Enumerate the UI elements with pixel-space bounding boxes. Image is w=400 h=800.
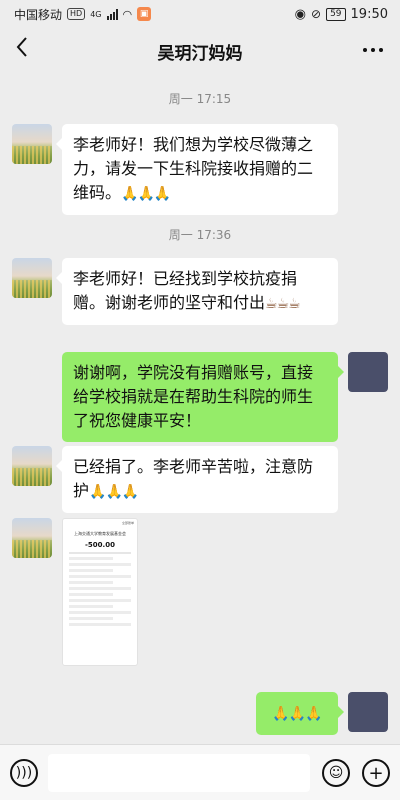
contact-avatar[interactable]: [12, 446, 52, 486]
eye-icon: ◉: [294, 6, 307, 22]
input-bar: ))) ☺ +: [0, 744, 400, 800]
contact-avatar[interactable]: [12, 258, 52, 298]
receipt-header: 全部账单: [121, 521, 134, 525]
voice-icon: ))): [15, 765, 33, 781]
hd-badge: HD: [67, 8, 86, 20]
status-bar: 中国移动 HD 4G ◠ ▣ ◉ ⊘ 59 19:50: [0, 0, 400, 28]
message-text: 李老师好！已经找到学校抗疫捐赠。谢谢老师的坚守和付出: [73, 269, 298, 312]
message-text: 谢谢啊，学院没有捐赠账号，直接给学校捐就是在帮助生科院的师生了祝您健康平安！: [73, 363, 314, 430]
message-bubble[interactable]: 李老师好！我们想为学校尽微薄之力，请发一下生科院接收捐赠的二维码。🙏🙏🙏: [56, 124, 338, 215]
signal-icon: [106, 8, 118, 20]
battery-icon: 59: [326, 7, 346, 21]
network-label: 4G: [90, 9, 102, 19]
payment-receipt-image[interactable]: 全部账单 上海交通大学教育发展基金会 -500.00: [62, 518, 138, 666]
self-avatar[interactable]: [348, 692, 388, 732]
praying-hands-emoji: 🙏🙏🙏: [272, 706, 322, 722]
message-input[interactable]: [48, 754, 310, 792]
receipt-payee: 上海交通大学教育发展基金会: [74, 531, 126, 536]
timestamp: 周一 17:15: [168, 92, 232, 106]
message-bubble[interactable]: 李老师好！已经找到学校抗疫捐赠。谢谢老师的坚守和付出☕☕☕: [56, 258, 338, 325]
app-notification-icon: ▣: [137, 7, 152, 21]
receipt-amount: -500.00: [85, 541, 115, 549]
chat-header: 吴玥汀妈妈: [0, 28, 400, 74]
more-button[interactable]: [362, 34, 384, 59]
contact-avatar[interactable]: [12, 124, 52, 164]
contact-avatar[interactable]: [12, 518, 52, 558]
mute-icon: ⊘: [311, 7, 322, 21]
self-avatar[interactable]: [348, 352, 388, 392]
chat-title: 吴玥汀妈妈: [157, 43, 243, 64]
message-bubble-self[interactable]: 谢谢啊，学院没有捐赠账号，直接给学校捐就是在帮助生科院的师生了祝您健康平安！: [62, 352, 344, 442]
carrier-label: 中国移动: [14, 7, 63, 22]
wifi-icon: ◠: [122, 7, 133, 21]
message-text: 李老师好！我们想为学校尽微薄之力，请发一下生科院接收捐赠的二维码。: [73, 135, 314, 202]
chevron-left-icon: [16, 37, 27, 57]
voice-button[interactable]: ))): [10, 759, 38, 787]
add-button[interactable]: +: [362, 759, 390, 787]
emoji-button[interactable]: ☺: [322, 759, 350, 787]
coffee-emoji: ☕☕☕: [265, 296, 301, 312]
more-icon: [363, 48, 383, 52]
timestamp: 周一 17:36: [168, 228, 232, 242]
praying-hands-emoji: 🙏🙏🙏: [121, 186, 171, 202]
praying-hands-emoji: 🙏🙏🙏: [89, 484, 139, 500]
plus-icon: +: [368, 762, 384, 784]
clock: 19:50: [350, 6, 388, 22]
back-button[interactable]: [10, 36, 34, 66]
message-bubble[interactable]: 已经捐了。李老师辛苦啦，注意防护🙏🙏🙏: [56, 446, 338, 513]
message-bubble-self[interactable]: 🙏🙏🙏: [256, 692, 344, 735]
emoji-icon: ☺: [328, 765, 344, 781]
